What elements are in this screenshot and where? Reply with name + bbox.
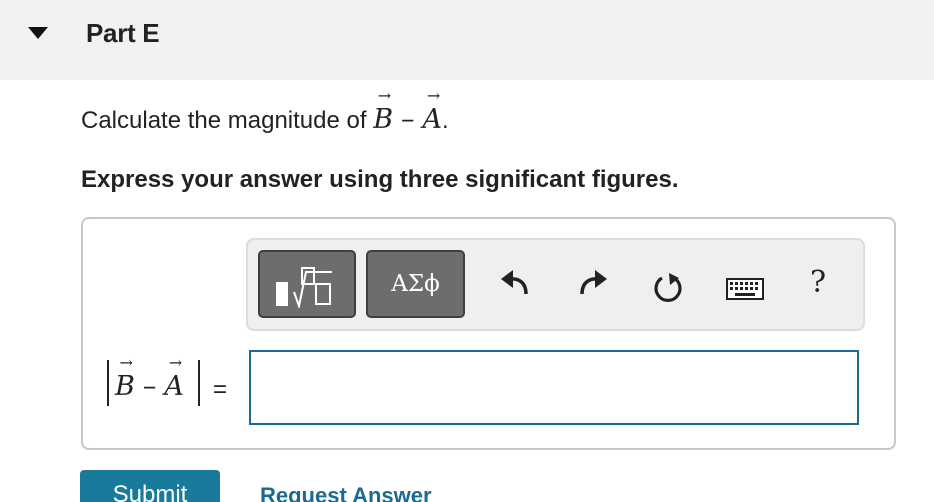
abs-bar-left bbox=[107, 360, 109, 406]
abs-bar-right bbox=[198, 360, 200, 406]
vector-b: B → bbox=[115, 355, 135, 403]
undo-icon[interactable] bbox=[500, 268, 530, 298]
vector-b-letter: B bbox=[115, 371, 135, 402]
minus-sign: – bbox=[142, 371, 157, 402]
question-prefix: Calculate the magnitude of bbox=[81, 107, 374, 134]
collapse-triangle-icon[interactable] bbox=[28, 27, 48, 39]
templates-block-icon bbox=[276, 282, 288, 306]
answer-label-expression: B → – A → bbox=[115, 355, 184, 403]
keyboard-icon[interactable] bbox=[726, 278, 764, 300]
minus-sign: – bbox=[401, 104, 415, 135]
answer-input[interactable] bbox=[249, 350, 859, 425]
templates-button[interactable] bbox=[258, 250, 356, 318]
equals-sign: = bbox=[213, 376, 228, 403]
request-answer-link[interactable]: Request Answer bbox=[260, 483, 432, 502]
vector-arrow-icon: → bbox=[426, 86, 441, 105]
instruction-text: Express your answer using three signific… bbox=[81, 166, 679, 193]
redo-icon[interactable] bbox=[578, 268, 608, 298]
vector-arrow-icon: → bbox=[377, 86, 392, 105]
question-text: Calculate the magnitude of B → – A →. bbox=[81, 88, 449, 136]
vector-a-letter: A bbox=[422, 104, 443, 135]
greek-symbols-button[interactable]: ΑΣϕ bbox=[366, 250, 465, 318]
vector-arrow-icon: → bbox=[168, 353, 183, 372]
help-button[interactable]: ? bbox=[810, 265, 826, 300]
vector-a: A → bbox=[164, 355, 184, 403]
vector-b: B → bbox=[373, 88, 394, 136]
submit-button[interactable]: Submit bbox=[80, 470, 220, 502]
reset-icon[interactable] bbox=[652, 272, 684, 304]
vector-a: A → bbox=[422, 88, 443, 136]
part-title: Part E bbox=[86, 18, 160, 48]
question-suffix: . bbox=[442, 107, 449, 134]
vector-arrow-icon: → bbox=[119, 353, 133, 372]
vector-a-letter: A bbox=[164, 371, 184, 402]
vector-expression: B → – A → bbox=[373, 88, 443, 136]
templates-radical-icon bbox=[293, 267, 332, 308]
vector-b-letter: B bbox=[373, 104, 394, 135]
